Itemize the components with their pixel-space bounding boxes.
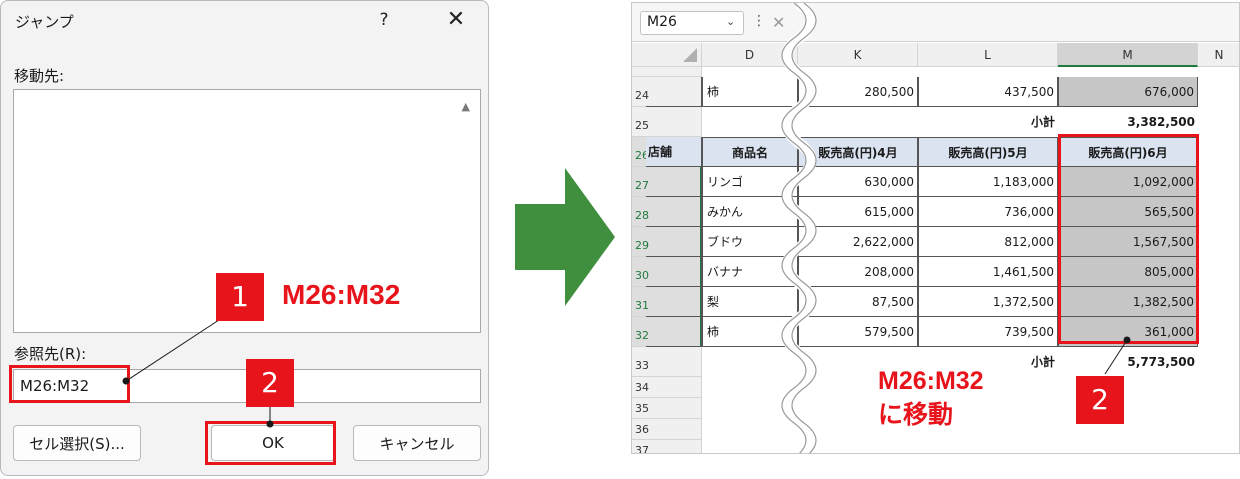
step-badge-1: 1 [216,273,264,321]
step-badge-2-sheet: 2 [1076,376,1124,424]
move-annotation: M26:M32 に移動 [878,364,984,432]
range-annotation: M26:M32 [282,279,401,310]
spreadsheet: M26 ⌄ ⋮ ✕ D K L M N 24 柿 280,500 437,500 676… [631,2,1240,454]
move-annotation-line2: に移動 [878,401,954,429]
annotation-leader-lines [122,317,274,428]
step-badge-2: 2 [246,359,294,407]
move-annotation-line1: M26:M32 [878,367,984,395]
right-arrow-icon [515,168,615,306]
